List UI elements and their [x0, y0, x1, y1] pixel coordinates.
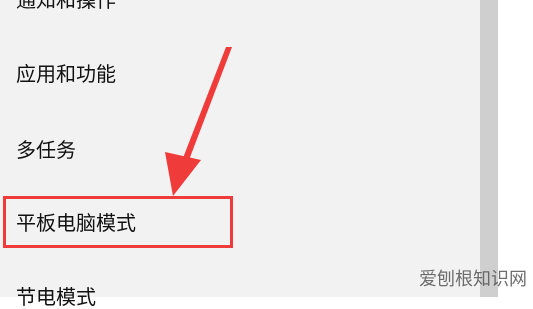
menu-item-label: 多任务: [16, 138, 76, 162]
highlight-box: [3, 196, 233, 248]
watermark-text: 爱刨根知识网: [419, 269, 527, 290]
scrollbar[interactable]: [480, 0, 498, 297]
menu-item-label: 通知和操作: [16, 0, 116, 12]
menu-item-notifications[interactable]: 通知和操作: [16, 0, 116, 12]
right-margin: [498, 0, 533, 297]
menu-item-multitasking[interactable]: 多任务: [16, 138, 76, 162]
settings-menu-panel: 通知和操作 应用和功能 多任务 平板电脑模式 节电模式: [0, 0, 480, 309]
menu-item-battery-saver[interactable]: 节电模式: [16, 285, 96, 309]
menu-item-label: 节电模式: [16, 285, 96, 309]
menu-item-apps-and-features[interactable]: 应用和功能: [16, 62, 116, 86]
menu-item-label: 应用和功能: [16, 62, 116, 86]
